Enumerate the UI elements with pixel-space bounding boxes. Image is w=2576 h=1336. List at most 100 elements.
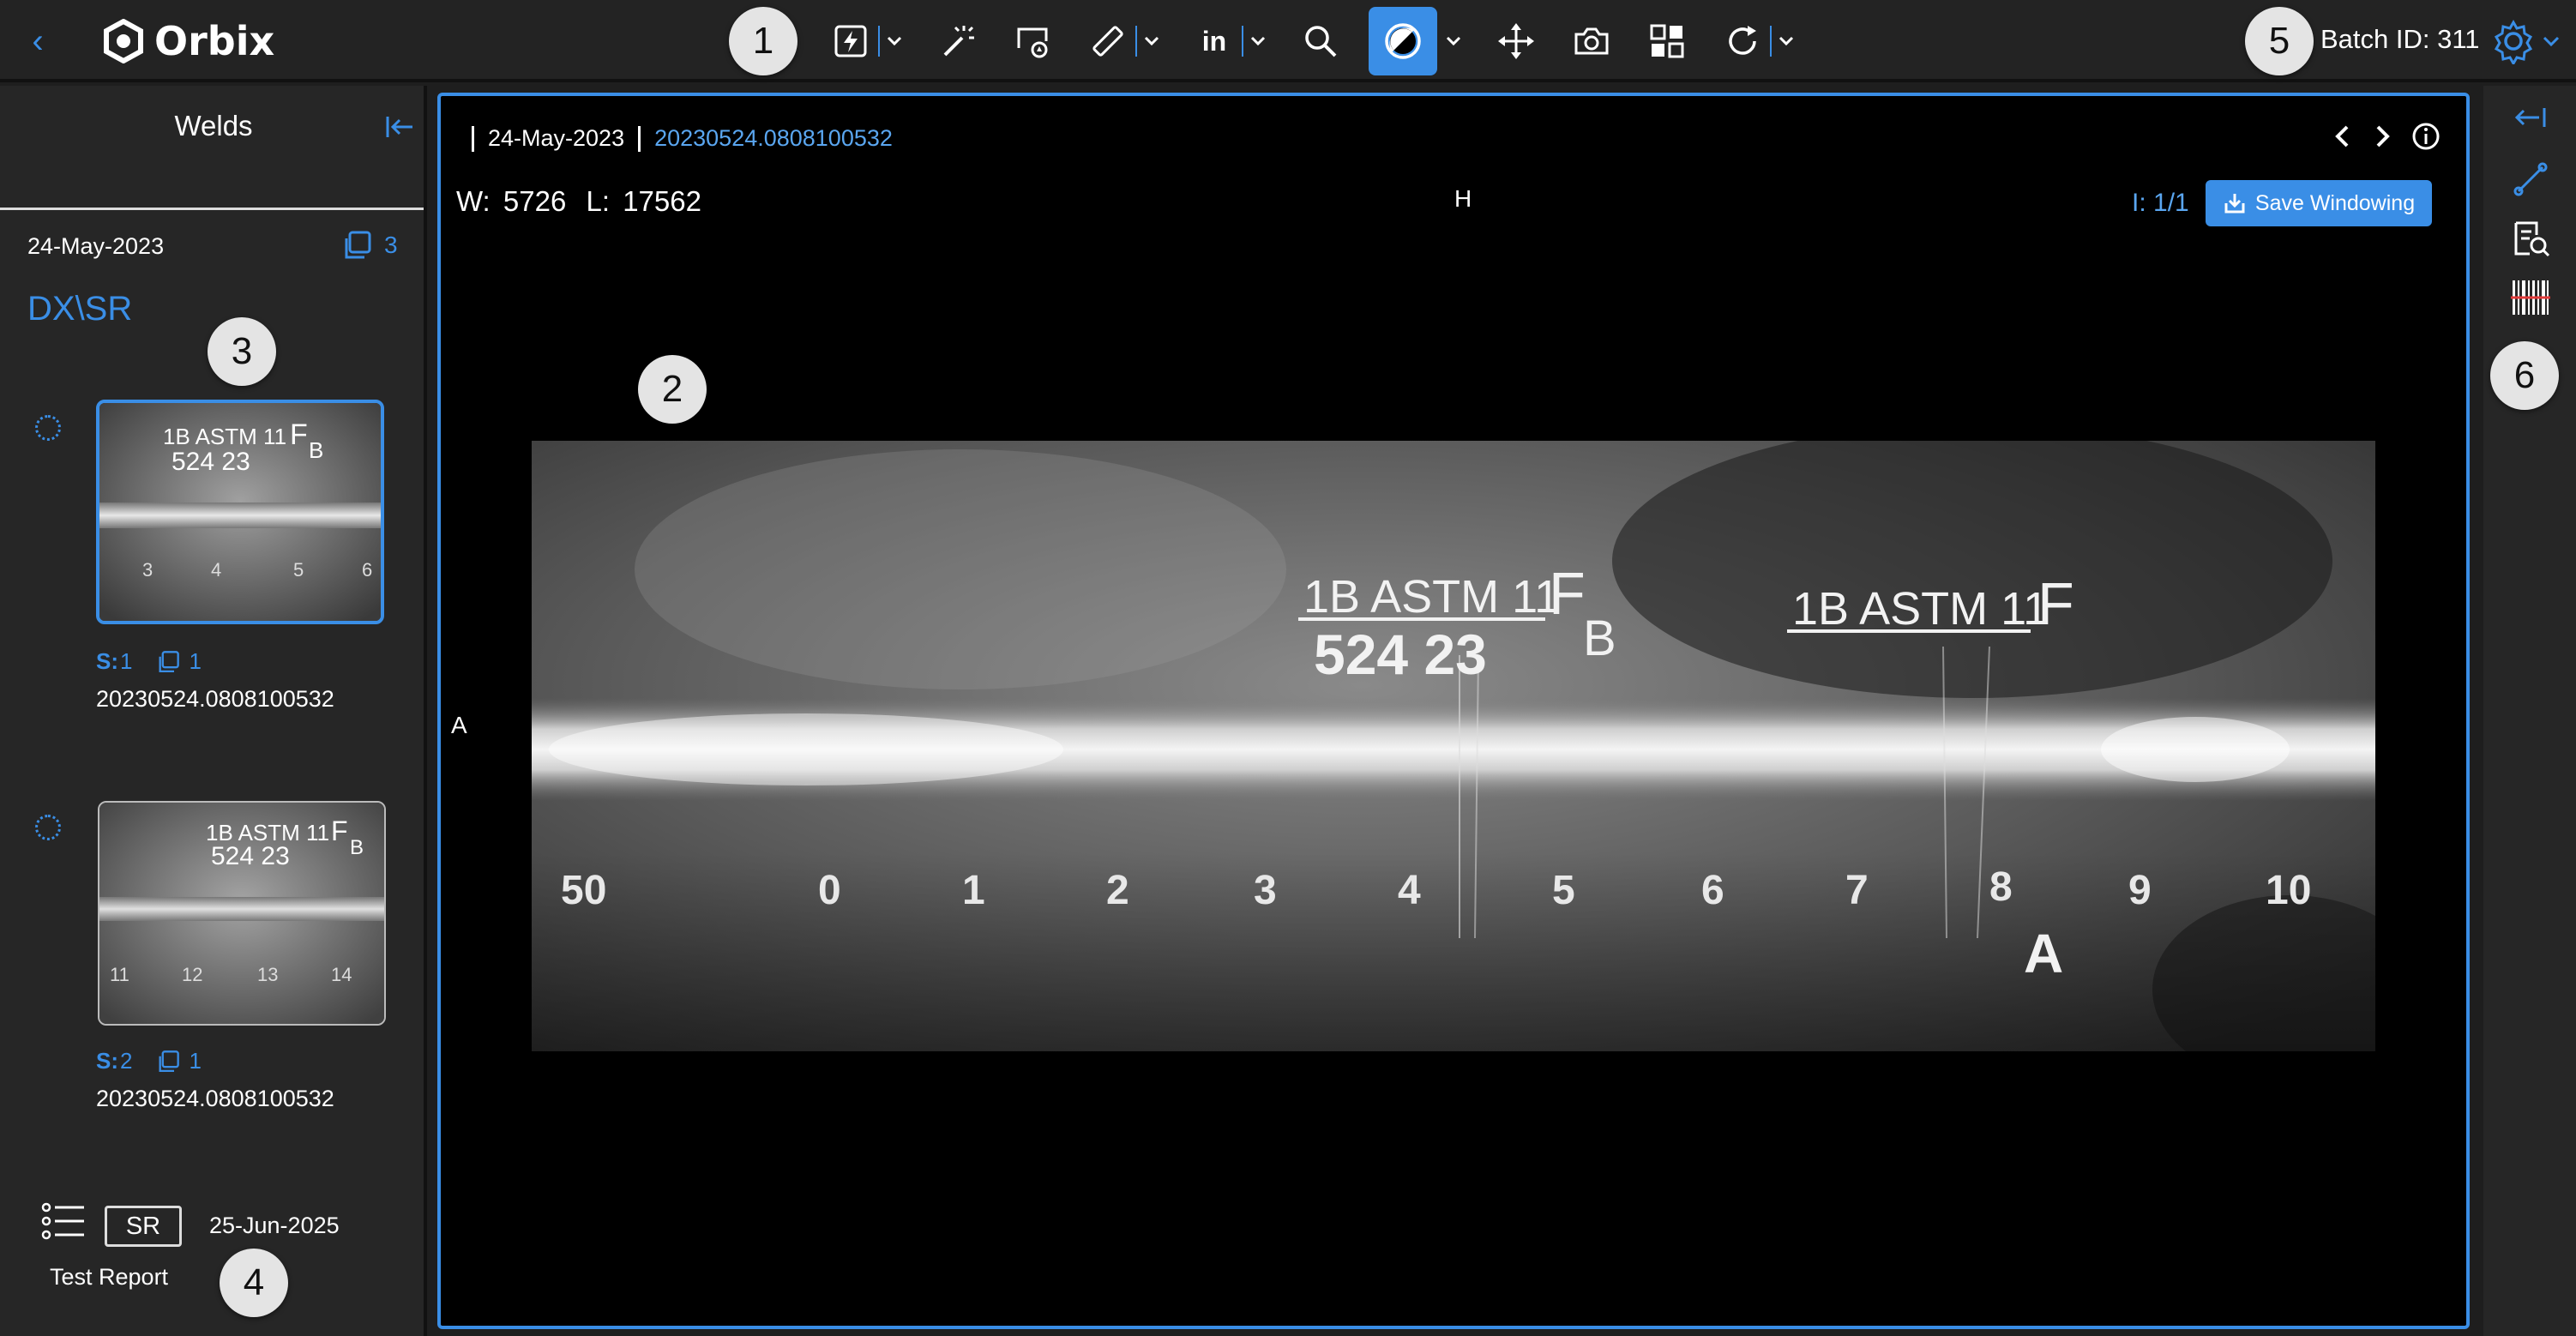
iqi-b: B <box>1583 611 1616 666</box>
panel-title: Welds <box>174 110 253 141</box>
chevron-right-icon[interactable] <box>2372 123 2392 149</box>
chevron-down-icon <box>887 36 902 46</box>
chevron-down-icon <box>1144 36 1159 46</box>
thumb-scale-1: 12 <box>182 964 202 985</box>
download-icon <box>2224 194 2245 214</box>
rotate-dropdown[interactable] <box>1770 26 1801 57</box>
rotate-button[interactable] <box>1715 14 1770 69</box>
report-date: 25-Jun-2025 <box>209 1213 340 1238</box>
loading-spinner-icon <box>35 815 61 840</box>
barcode-icon <box>2511 280 2550 315</box>
ruler-icon <box>1092 26 1123 57</box>
collapse-left-icon <box>386 117 412 137</box>
line-measure-button[interactable] <box>2509 158 2552 201</box>
report-label[interactable]: Test Report <box>50 1264 168 1291</box>
windowing-dropdown[interactable] <box>1437 14 1468 69</box>
chevron-down-icon <box>1250 36 1266 46</box>
loading-spinner-icon <box>35 415 61 441</box>
thumbnail-1[interactable]: 1B ASTM 11 F B 524 23 3 4 5 6 <box>96 400 384 624</box>
copy-icon <box>159 650 180 672</box>
ruler-tool-button[interactable] <box>1080 14 1135 69</box>
top-bar: ‹ Orbix in Batch ID: 311 <box>0 0 2576 82</box>
thumb-scale-0: 11 <box>110 964 129 985</box>
study-date: 24-May-2023 <box>27 233 165 259</box>
ruler-dropdown[interactable] <box>1135 26 1166 57</box>
iqi-f-1: F <box>1549 560 1586 627</box>
thumb-iqi-text: 1B ASTM 11 <box>163 424 286 449</box>
grid-layout-icon <box>1650 24 1684 58</box>
pan-tool-button[interactable] <box>1489 14 1544 69</box>
windowing-tool-button[interactable] <box>1369 7 1437 75</box>
iqi-text-2: 1B ASTM 11 <box>1792 583 2049 635</box>
viewer-study-id[interactable]: 20230524.0808100532 <box>654 125 893 152</box>
image-count-value: 3 <box>384 232 398 258</box>
iqi-f-2: F <box>2037 570 2074 637</box>
info-icon[interactable] <box>2411 122 2441 151</box>
scale-mark-5: 4 <box>1398 868 1421 913</box>
viewer-nav <box>2332 122 2441 151</box>
image-counter: I: 1/1 <box>2132 189 2189 217</box>
chevron-down-icon <box>1446 36 1461 46</box>
lightning-tool-button[interactable] <box>823 14 878 69</box>
scale-mark-4: 3 <box>1254 868 1277 913</box>
layout-button[interactable] <box>1640 14 1694 69</box>
thumb-scale-1: 4 <box>211 559 221 581</box>
rotate-icon <box>1729 26 1756 55</box>
units-button[interactable]: in <box>1187 14 1242 69</box>
report-list-button[interactable] <box>41 1202 86 1240</box>
copy-icon <box>345 231 371 259</box>
save-windowing-button[interactable]: Save Windowing <box>2206 180 2432 226</box>
callout-5: 5 <box>2245 7 2314 75</box>
units-dropdown[interactable] <box>1242 26 1273 57</box>
image-viewer[interactable]: 24-May-2023 20230524.0808100532 W: 5726 … <box>437 93 2470 1329</box>
viewer-date: 24-May-2023 <box>488 125 625 151</box>
contrast-icon <box>1385 23 1421 59</box>
radiograph-image[interactable]: 1B ASTM 11 F B 524 23 1B ASTM 11 F A 50 … <box>532 441 2375 1051</box>
snapshot-button[interactable] <box>1564 14 1619 69</box>
lightning-dropdown[interactable] <box>878 26 909 57</box>
copies-count: 1 <box>189 1048 202 1074</box>
thumb-iqi-b: B <box>350 836 364 859</box>
thumb-date-code: 524 23 <box>211 842 290 870</box>
callout-6: 6 <box>2490 341 2559 410</box>
scale-mark-8: 7 <box>1845 868 1869 913</box>
thumbnail-2[interactable]: 1B ASTM 11 F B 524 23 11 12 13 14 <box>98 801 386 1026</box>
collapse-panel-button[interactable] <box>384 111 415 142</box>
report-search-button[interactable] <box>2509 218 2552 261</box>
callout-3: 3 <box>208 317 276 386</box>
series-number: 2 <box>120 1048 133 1074</box>
series-number: 1 <box>120 648 133 674</box>
move-arrows-icon <box>1498 23 1534 59</box>
thumb-1-meta: S: 1 1 <box>96 648 202 675</box>
settings-button[interactable] <box>2490 15 2573 67</box>
camera-icon <box>1574 27 1609 55</box>
series-prefix: S: <box>96 1048 118 1074</box>
back-chevron-icon[interactable]: ‹ <box>21 19 55 63</box>
barcode-button[interactable] <box>2509 276 2552 319</box>
chevron-left-icon[interactable] <box>2332 123 2353 149</box>
thumb-2-meta: S: 2 1 <box>96 1048 202 1074</box>
scale-mark-3: 2 <box>1106 868 1129 913</box>
sr-badge[interactable]: SR <box>105 1206 182 1247</box>
chevron-down-icon <box>2543 36 2560 47</box>
scale-mark-9: 8 <box>1989 864 2013 910</box>
weld-marker-a: A <box>2024 923 2063 984</box>
image-count[interactable]: 3 <box>341 230 398 261</box>
scale-mark-7: 6 <box>1701 868 1724 913</box>
roi-tool-button[interactable] <box>1005 14 1060 69</box>
scale-mark-10: 9 <box>2128 868 2152 913</box>
toolbar: in <box>823 7 1801 75</box>
thumb-scale-0: 3 <box>142 559 153 581</box>
expand-panel-button[interactable] <box>2509 96 2552 139</box>
scale-mark-1: 0 <box>818 868 841 913</box>
search-icon <box>1305 26 1337 57</box>
window-level-readout: W: 5726 L: 17562 <box>456 185 701 218</box>
zoom-tool-button[interactable] <box>1293 14 1348 69</box>
iqi-text-1: 1B ASTM 11 <box>1303 571 1560 623</box>
viewer-header: 24-May-2023 20230524.0808100532 <box>472 125 893 152</box>
level-value: 17562 <box>623 185 701 217</box>
separator <box>638 125 641 152</box>
date-code: 524 23 <box>1314 623 1487 686</box>
magic-wand-button[interactable] <box>930 14 984 69</box>
chevron-down-icon <box>1779 36 1794 46</box>
